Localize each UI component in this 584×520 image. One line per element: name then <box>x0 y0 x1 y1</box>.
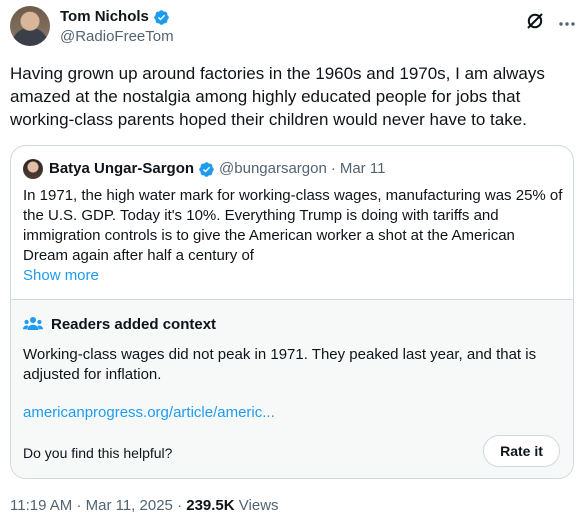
tweet-meta-footer: 11:19 AM · Mar 11, 2025 · 239.5K Views <box>10 497 279 515</box>
grok-icon[interactable] <box>525 11 545 31</box>
quoted-author-name[interactable]: Batya Ungar-Sargon <box>49 160 194 178</box>
author-name[interactable]: Tom Nichols <box>60 8 149 26</box>
author-avatar[interactable] <box>10 6 50 46</box>
verified-badge-icon <box>199 161 214 177</box>
quoted-tweet-header: Batya Ungar-Sargon @bungarsargon · Mar 1… <box>23 159 385 179</box>
rate-it-button[interactable]: Rate it <box>483 435 560 467</box>
quoted-tweet-card[interactable]: Batya Ungar-Sargon @bungarsargon · Mar 1… <box>10 145 574 479</box>
separator-dot: · <box>177 497 183 514</box>
author-handle[interactable]: @RadioFreeTom <box>60 28 174 46</box>
tweet-time[interactable]: 11:19 AM <box>10 497 72 514</box>
separator-dot: · <box>330 160 336 177</box>
community-note-link[interactable]: americanprogress.org/article/americ... <box>23 404 275 421</box>
tweet-text: Having grown up around factories in the … <box>10 64 545 129</box>
show-more-link[interactable]: Show more <box>23 267 99 284</box>
helpful-question: Do you find this helpful? <box>23 445 173 461</box>
community-note: Readers added context Working-class wage… <box>11 299 573 478</box>
quoted-author-handle[interactable]: @bungarsargon <box>219 160 327 178</box>
views-count: 239.5K <box>186 497 235 514</box>
views-label: Views <box>238 497 279 514</box>
separator-dot: · <box>76 497 82 514</box>
community-note-heading: Readers added context <box>51 315 217 333</box>
tweet-date[interactable]: Mar 11, 2025 <box>86 497 173 514</box>
quoted-author-avatar[interactable] <box>23 159 43 179</box>
verified-badge-icon <box>154 9 169 25</box>
community-note-text: Working-class wages did not peak in 1971… <box>23 346 537 383</box>
quoted-tweet-date[interactable]: Mar 11 <box>340 160 386 178</box>
author-name-row[interactable]: Tom Nichols <box>60 8 170 26</box>
quoted-tweet-text: In 1971, the high water mark for working… <box>23 187 563 264</box>
more-icon[interactable] <box>557 14 577 34</box>
community-note-title: Readers added context <box>23 315 216 333</box>
people-icon <box>23 317 43 330</box>
